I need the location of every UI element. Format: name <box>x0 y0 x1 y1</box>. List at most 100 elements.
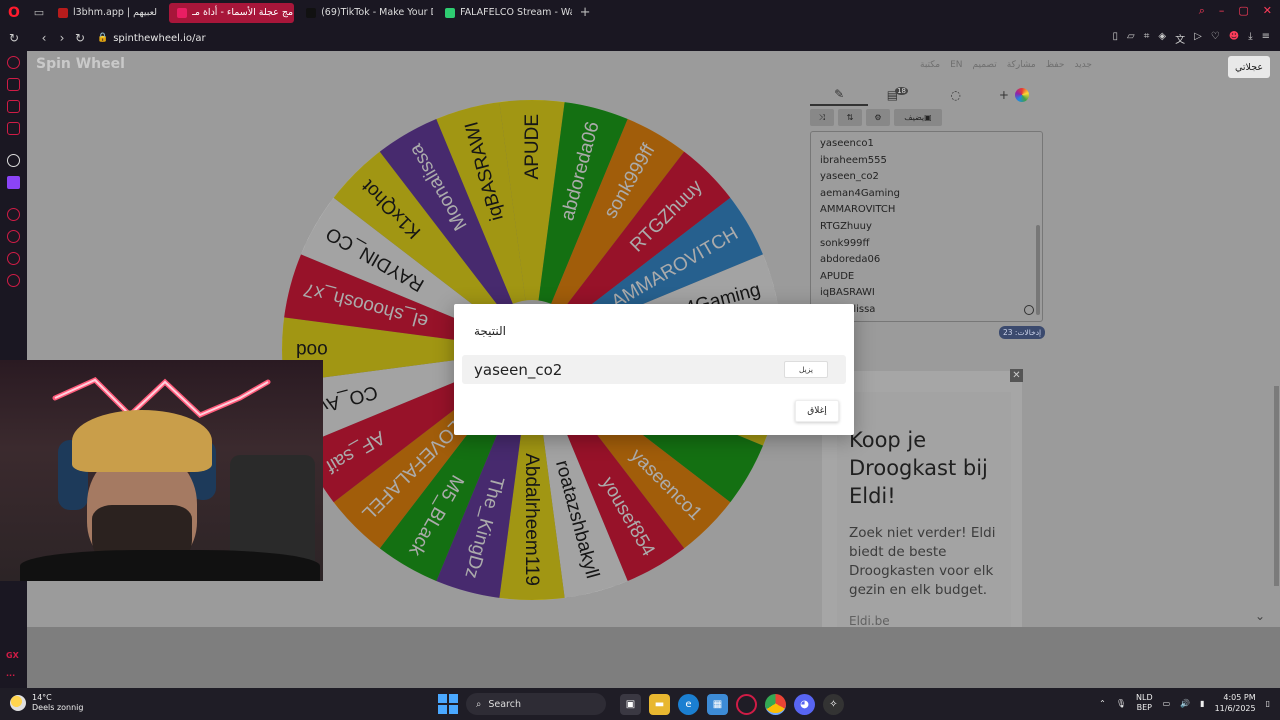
sort-button[interactable]: ⇅ <box>838 109 862 126</box>
network-icon[interactable]: ▭ <box>1163 699 1171 708</box>
chevron-up-icon[interactable]: ⌃ <box>1099 699 1106 708</box>
name-entry[interactable]: yaseen_co2 <box>811 169 1042 186</box>
player-icon[interactable] <box>7 208 20 221</box>
twitch-icon[interactable] <box>7 176 20 189</box>
account-icon[interactable]: ☻ <box>1229 31 1239 46</box>
site-nav-item[interactable]: EN <box>950 60 962 70</box>
aria-icon[interactable] <box>7 56 20 69</box>
window-controls: ⌕ – ▢ ✕ <box>1199 4 1272 18</box>
shopping-icon[interactable] <box>7 78 20 91</box>
taskbar-search[interactable]: ⌕ Search <box>466 693 606 715</box>
editor-tab-results[interactable]: ▤ 18 <box>868 84 926 106</box>
page-scrollbar[interactable] <box>1274 386 1279 586</box>
forward-button[interactable]: › <box>53 31 71 45</box>
volume-icon[interactable]: 🔊 <box>1180 699 1190 708</box>
edge-icon[interactable]: e <box>678 693 699 715</box>
microphone-icon[interactable]: 🎙 <box>1116 699 1126 708</box>
music-icon[interactable] <box>7 122 20 135</box>
add-image-button[interactable]: يضيف ▣ <box>894 109 942 126</box>
name-entry[interactable]: aeman4Gaming <box>811 186 1042 203</box>
shield-icon[interactable]: ◈ <box>1158 31 1166 46</box>
reload-sidebar-icon[interactable]: ↻ <box>5 31 23 45</box>
weather-widget[interactable]: 14°C Deels zonnig <box>10 693 83 713</box>
minimize-icon[interactable]: – <box>1219 4 1225 18</box>
opera-logo-icon[interactable]: O <box>0 0 28 25</box>
task-view-icon[interactable]: ▣ <box>620 693 641 715</box>
bookmark-icon[interactable]: ▱ <box>1127 31 1135 46</box>
site-nav-item[interactable]: مشاركة <box>1007 60 1036 70</box>
clock[interactable]: 4:05 PM 11/6/2025 <box>1215 692 1256 714</box>
tab-label: (69)TikTok - Make Your D... <box>321 7 433 18</box>
settings-button[interactable]: ⚙ <box>866 109 890 126</box>
name-entry[interactable]: ibraheem555 <box>811 153 1042 170</box>
ad-title[interactable]: Koop je Droogkast bij Eldi! <box>849 426 999 510</box>
back-button[interactable]: ‹ <box>35 31 53 45</box>
editor-tab-colors[interactable]: + <box>985 84 1043 106</box>
settings-icon[interactable] <box>7 274 20 287</box>
browser-tab[interactable]: (69)TikTok - Make Your D... <box>298 3 433 23</box>
chrome-icon[interactable] <box>765 693 786 715</box>
site-logo[interactable]: Spin Wheel <box>36 56 125 72</box>
app-icon[interactable]: ✧ <box>823 693 844 715</box>
name-entry[interactable]: iqBASRAWI <box>811 285 1042 302</box>
close-window-icon[interactable]: ✕ <box>1263 4 1272 18</box>
input-language[interactable]: NLD BEP <box>1136 693 1153 713</box>
snapshot-icon[interactable]: ⌗ <box>1144 31 1150 46</box>
editor-tab-hidden[interactable]: ◌ <box>927 84 985 106</box>
close-button[interactable]: إغلاق <box>795 400 839 422</box>
editor-tab-edit[interactable]: ✎ <box>810 84 869 106</box>
battery-icon[interactable]: ▮ <box>1200 699 1204 708</box>
discord-icon[interactable]: ◕ <box>794 693 815 715</box>
emoji-icon[interactable] <box>1024 305 1034 315</box>
reader-icon[interactable]: ▯ <box>1113 31 1119 46</box>
shuffle-icon: ⤨ <box>818 112 826 122</box>
new-tab-button[interactable]: + <box>576 5 594 20</box>
site-nav-item[interactable]: جديد <box>1074 60 1092 70</box>
names-textarea[interactable]: yaseenco1 ibraheem555 yaseen_co2 aeman4Gami… <box>810 131 1043 322</box>
reload-button[interactable]: ↻ <box>71 31 89 45</box>
image-icon: ▣ <box>924 113 932 122</box>
maximize-icon[interactable]: ▢ <box>1238 4 1248 18</box>
menu-icon[interactable]: ≡ <box>1262 31 1270 46</box>
browser-tab[interactable]: برنامج عجلة الأسماء - أداة مـ... <box>169 2 295 23</box>
history-icon[interactable] <box>7 230 20 243</box>
heart-icon[interactable]: ♡ <box>1211 31 1220 46</box>
name-entry[interactable]: RTGZhuuy <box>811 219 1042 236</box>
remove-button[interactable]: يزيل <box>784 361 828 378</box>
search-tabs-icon[interactable]: ⌕ <box>1199 4 1205 18</box>
messenger-icon[interactable] <box>7 100 20 113</box>
play-icon[interactable]: ▷ <box>1194 31 1202 46</box>
names-scrollbar[interactable] <box>1036 225 1040 315</box>
site-nav-item[interactable]: مكتبة <box>920 60 940 70</box>
notification-icon[interactable]: ▯ <box>1266 699 1270 708</box>
site-nav: جديد حفظ مشاركة تصميم EN مكتبة <box>920 60 1092 70</box>
browser-tab[interactable]: FALAFELCO Stream - Wat... <box>437 3 572 23</box>
ad-domain[interactable]: Eldi.be <box>849 614 999 628</box>
name-entry[interactable]: yaseenco1 <box>811 136 1042 153</box>
start-button[interactable] <box>438 694 458 714</box>
url-field[interactable]: spinthewheel.io/ar <box>113 33 205 44</box>
store-icon[interactable]: ▦ <box>707 693 728 715</box>
name-entry[interactable]: APUDE <box>811 269 1042 286</box>
my-wheels-button[interactable]: عجلاتي <box>1228 56 1270 78</box>
translate-icon[interactable]: 文 <box>1175 31 1185 46</box>
shuffle-button[interactable]: ⤨ <box>810 109 834 126</box>
browser-tab[interactable]: l3bhm.app | لعبيهم <box>50 3 165 23</box>
name-entry[interactable]: sonk999ff <box>811 236 1042 253</box>
file-explorer-icon[interactable]: ▬ <box>649 693 670 715</box>
workspaces-icon[interactable]: ▭ <box>28 6 50 19</box>
ad-close-icon[interactable]: ✕ <box>1010 369 1023 382</box>
site-nav-item[interactable]: تصميم <box>972 60 996 70</box>
download-icon[interactable]: ⤓ <box>1248 31 1252 46</box>
name-entry[interactable]: AMMAROVITCH <box>811 202 1042 219</box>
more-icon[interactable]: ··· <box>6 671 15 680</box>
extensions-icon[interactable] <box>7 252 20 265</box>
chevron-down-icon[interactable]: ⌄ <box>1255 609 1265 623</box>
gx-icon[interactable]: GX <box>6 651 19 660</box>
atlas-icon[interactable] <box>7 154 20 167</box>
editor-toolbar: ⤨ ⇅ ⚙ يضيف ▣ <box>810 109 942 126</box>
name-entry[interactable]: abdoreda06 <box>811 252 1042 269</box>
opera-gx-icon[interactable] <box>736 693 757 715</box>
site-nav-item[interactable]: حفظ <box>1046 60 1065 70</box>
partly-sunny-icon <box>10 695 26 711</box>
